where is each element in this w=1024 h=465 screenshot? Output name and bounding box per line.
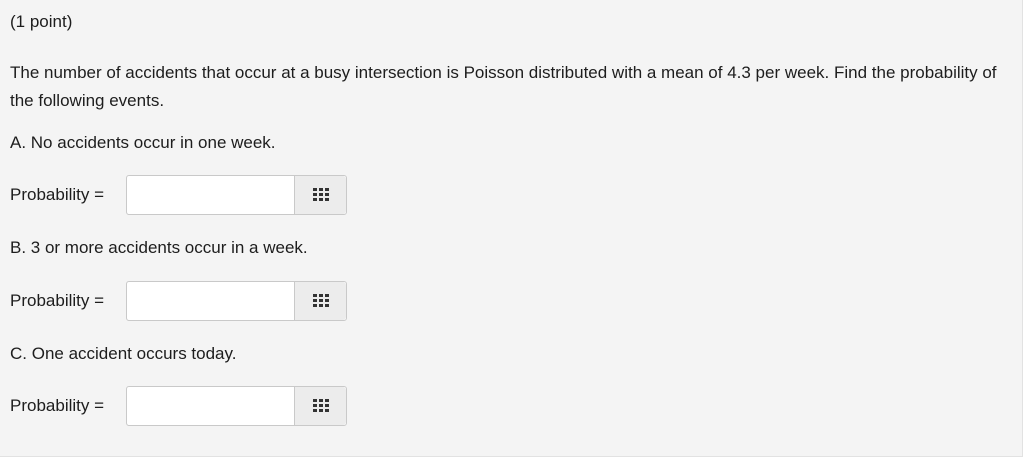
part-c-answer-row: Probability = [10, 386, 350, 426]
part-c-equation-palette-button[interactable] [294, 387, 346, 425]
point-value: (1 point) [10, 12, 73, 31]
part-b-equation-palette-button[interactable] [294, 282, 346, 320]
part-a-probability-input[interactable] [127, 176, 293, 214]
part-a-answer-label: Probability = [10, 185, 105, 204]
part-c-answer-box [126, 386, 347, 426]
part-a-answer-box [126, 175, 347, 215]
part-b-answer-box [126, 281, 347, 321]
grid-icon [313, 294, 329, 307]
part-b-prompt: B. 3 or more accidents occur in a week. [10, 238, 308, 257]
problem-panel: (1 point) The number of accidents that o… [0, 0, 1023, 457]
part-a-equation-palette-button[interactable] [294, 176, 346, 214]
part-b-answer-label: Probability = [10, 291, 105, 310]
part-c-probability-input[interactable] [127, 387, 293, 425]
grid-icon [313, 399, 329, 412]
part-b-answer-row: Probability = [10, 281, 350, 321]
part-c-prompt: C. One accident occurs today. [10, 344, 237, 363]
part-c-answer-label: Probability = [10, 396, 105, 415]
part-b-probability-input[interactable] [127, 282, 293, 320]
part-a-prompt: A. No accidents occur in one week. [10, 133, 276, 152]
grid-icon [313, 188, 329, 201]
part-a-answer-row: Probability = [10, 175, 350, 215]
problem-statement: The number of accidents that occur at a … [10, 63, 997, 110]
